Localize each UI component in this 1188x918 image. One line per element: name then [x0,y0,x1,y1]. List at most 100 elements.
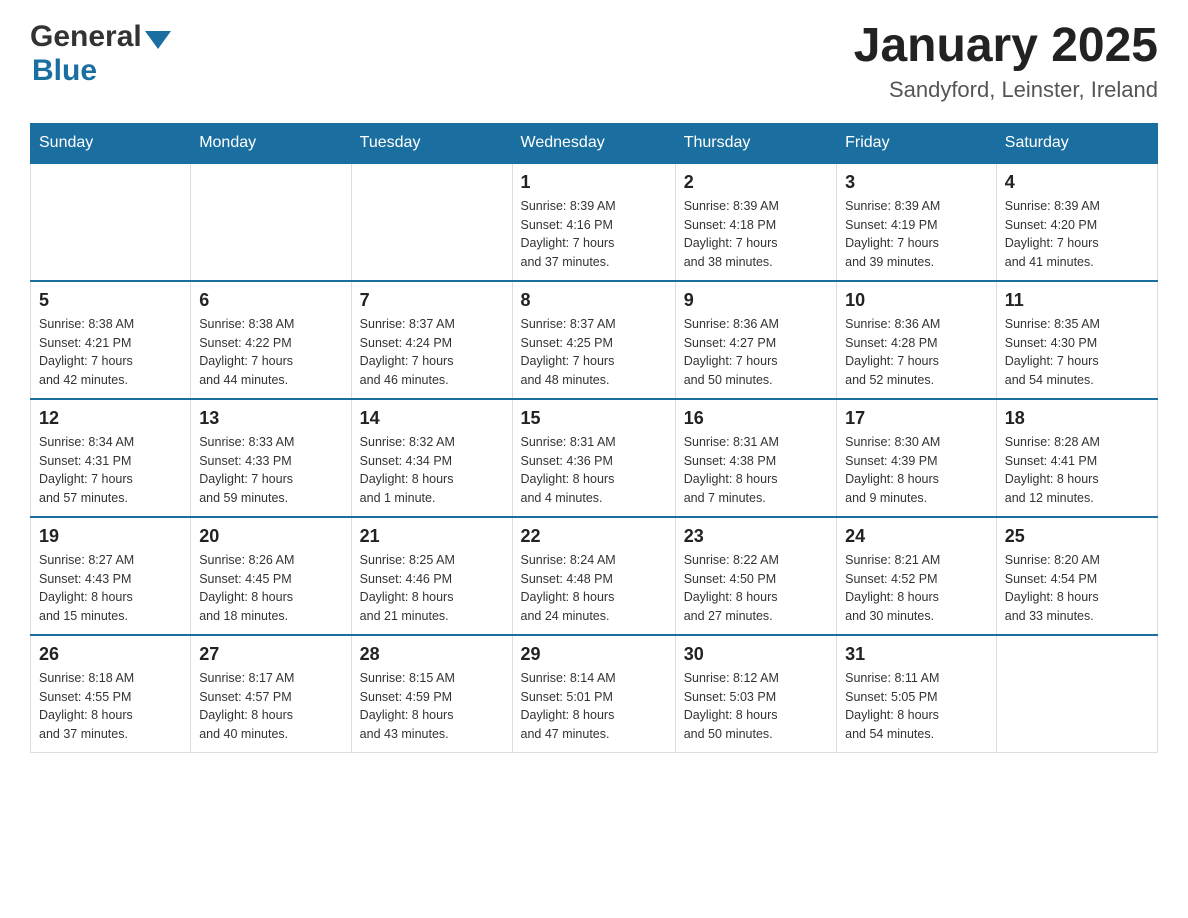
day-number: 27 [199,644,342,665]
table-row: 13 Sunrise: 8:33 AM Sunset: 4:33 PM Dayli… [191,399,351,517]
logo: General Blue [30,20,171,88]
table-row [191,163,351,281]
table-row: 27 Sunrise: 8:17 AM Sunset: 4:57 PM Dayli… [191,635,351,753]
table-row: 23Sunrise: 8:22 AM Sunset: 4:50 PM Dayli… [675,517,836,635]
day-info: Sunrise: 8:22 AM Sunset: 4:50 PM Dayligh… [684,551,828,626]
day-info: Sunrise: 8:24 AM Sunset: 4:48 PM Dayligh… [521,551,667,626]
calendar-week-row: 12 Sunrise: 8:34 AM Sunset: 4:31 PM Dayli… [31,399,1158,517]
table-row: 16 Sunrise: 8:31 AM Sunset: 4:38 PM Dayli… [675,399,836,517]
header-friday: Friday [837,123,997,163]
table-row: 21 Sunrise: 8:25 AM Sunset: 4:46 PM Dayli… [351,517,512,635]
calendar-week-row: 19 Sunrise: 8:27 AM Sunset: 4:43 PM Dayli… [31,517,1158,635]
table-row [996,635,1157,753]
day-number: 9 [684,290,828,311]
day-info: Sunrise: 8:39 AM Sunset: 4:16 PM Dayligh… [521,197,667,272]
day-info: Sunrise: 8:21 AM Sunset: 4:52 PM Dayligh… [845,551,988,626]
day-number: 26 [39,644,182,665]
table-row: 3 Sunrise: 8:39 AM Sunset: 4:19 PM Daylig… [837,163,997,281]
day-info: Sunrise: 8:35 AM Sunset: 4:30 PM Dayligh… [1005,315,1149,390]
table-row: 31Sunrise: 8:11 AM Sunset: 5:05 PM Dayli… [837,635,997,753]
title-section: January 2025 Sandyford, Leinster, Irelan… [854,20,1158,103]
day-info: Sunrise: 8:38 AM Sunset: 4:21 PM Dayligh… [39,315,182,390]
table-row: 24 Sunrise: 8:21 AM Sunset: 4:52 PM Dayli… [837,517,997,635]
day-info: Sunrise: 8:15 AM Sunset: 4:59 PM Dayligh… [360,669,504,744]
calendar-week-row: 1 Sunrise: 8:39 AM Sunset: 4:16 PM Daylig… [31,163,1158,281]
day-number: 14 [360,408,504,429]
table-row: 2 Sunrise: 8:39 AM Sunset: 4:18 PM Daylig… [675,163,836,281]
calendar-subtitle: Sandyford, Leinster, Ireland [854,77,1158,103]
table-row [31,163,191,281]
day-number: 2 [684,172,828,193]
day-info: Sunrise: 8:31 AM Sunset: 4:38 PM Dayligh… [684,433,828,508]
header-tuesday: Tuesday [351,123,512,163]
logo-arrow-icon [145,31,171,49]
day-number: 1 [521,172,667,193]
day-number: 21 [360,526,504,547]
table-row: 5 Sunrise: 8:38 AM Sunset: 4:21 PM Daylig… [31,281,191,399]
day-info: Sunrise: 8:25 AM Sunset: 4:46 PM Dayligh… [360,551,504,626]
day-number: 17 [845,408,988,429]
day-number: 3 [845,172,988,193]
day-info: Sunrise: 8:36 AM Sunset: 4:27 PM Dayligh… [684,315,828,390]
day-info: Sunrise: 8:18 AM Sunset: 4:55 PM Dayligh… [39,669,182,744]
table-row: 28Sunrise: 8:15 AM Sunset: 4:59 PM Dayli… [351,635,512,753]
header-sunday: Sunday [31,123,191,163]
day-number: 8 [521,290,667,311]
header-thursday: Thursday [675,123,836,163]
table-row: 25Sunrise: 8:20 AM Sunset: 4:54 PM Dayli… [996,517,1157,635]
day-info: Sunrise: 8:34 AM Sunset: 4:31 PM Dayligh… [39,433,182,508]
day-number: 13 [199,408,342,429]
table-row: 17 Sunrise: 8:30 AM Sunset: 4:39 PM Dayli… [837,399,997,517]
day-info: Sunrise: 8:27 AM Sunset: 4:43 PM Dayligh… [39,551,182,626]
calendar-title: January 2025 [854,20,1158,73]
day-number: 31 [845,644,988,665]
day-info: Sunrise: 8:26 AM Sunset: 4:45 PM Dayligh… [199,551,342,626]
day-info: Sunrise: 8:38 AM Sunset: 4:22 PM Dayligh… [199,315,342,390]
calendar-table: Sunday Monday Tuesday Wednesday Thursday… [30,123,1158,753]
table-row: 8Sunrise: 8:37 AM Sunset: 4:25 PM Daylig… [512,281,675,399]
day-number: 18 [1005,408,1149,429]
table-row: 20 Sunrise: 8:26 AM Sunset: 4:45 PM Dayli… [191,517,351,635]
day-info: Sunrise: 8:14 AM Sunset: 5:01 PM Dayligh… [521,669,667,744]
day-number: 4 [1005,172,1149,193]
day-info: Sunrise: 8:32 AM Sunset: 4:34 PM Dayligh… [360,433,504,508]
day-number: 24 [845,526,988,547]
header-saturday: Saturday [996,123,1157,163]
calendar-week-row: 5 Sunrise: 8:38 AM Sunset: 4:21 PM Daylig… [31,281,1158,399]
table-row: 1 Sunrise: 8:39 AM Sunset: 4:16 PM Daylig… [512,163,675,281]
day-info: Sunrise: 8:31 AM Sunset: 4:36 PM Dayligh… [521,433,667,508]
table-row: 29 Sunrise: 8:14 AM Sunset: 5:01 PM Dayli… [512,635,675,753]
table-row: 6 Sunrise: 8:38 AM Sunset: 4:22 PM Daylig… [191,281,351,399]
table-row: 12 Sunrise: 8:34 AM Sunset: 4:31 PM Dayli… [31,399,191,517]
day-number: 6 [199,290,342,311]
table-row: 18 Sunrise: 8:28 AM Sunset: 4:41 PM Dayli… [996,399,1157,517]
day-number: 20 [199,526,342,547]
day-number: 11 [1005,290,1149,311]
day-number: 7 [360,290,504,311]
day-number: 30 [684,644,828,665]
day-number: 12 [39,408,182,429]
header-wednesday: Wednesday [512,123,675,163]
day-number: 10 [845,290,988,311]
day-info: Sunrise: 8:28 AM Sunset: 4:41 PM Dayligh… [1005,433,1149,508]
day-info: Sunrise: 8:33 AM Sunset: 4:33 PM Dayligh… [199,433,342,508]
day-number: 29 [521,644,667,665]
table-row: 9 Sunrise: 8:36 AM Sunset: 4:27 PM Daylig… [675,281,836,399]
day-info: Sunrise: 8:12 AM Sunset: 5:03 PM Dayligh… [684,669,828,744]
table-row: 26 Sunrise: 8:18 AM Sunset: 4:55 PM Dayli… [31,635,191,753]
table-row: 7 Sunrise: 8:37 AM Sunset: 4:24 PM Daylig… [351,281,512,399]
day-number: 16 [684,408,828,429]
table-row: 11 Sunrise: 8:35 AM Sunset: 4:30 PM Dayli… [996,281,1157,399]
table-row: 15Sunrise: 8:31 AM Sunset: 4:36 PM Dayli… [512,399,675,517]
day-number: 19 [39,526,182,547]
table-row: 22Sunrise: 8:24 AM Sunset: 4:48 PM Dayli… [512,517,675,635]
day-info: Sunrise: 8:39 AM Sunset: 4:19 PM Dayligh… [845,197,988,272]
table-row: 14 Sunrise: 8:32 AM Sunset: 4:34 PM Dayli… [351,399,512,517]
day-info: Sunrise: 8:37 AM Sunset: 4:24 PM Dayligh… [360,315,504,390]
day-info: Sunrise: 8:17 AM Sunset: 4:57 PM Dayligh… [199,669,342,744]
day-info: Sunrise: 8:36 AM Sunset: 4:28 PM Dayligh… [845,315,988,390]
day-number: 5 [39,290,182,311]
day-info: Sunrise: 8:39 AM Sunset: 4:18 PM Dayligh… [684,197,828,272]
day-info: Sunrise: 8:39 AM Sunset: 4:20 PM Dayligh… [1005,197,1149,272]
day-info: Sunrise: 8:30 AM Sunset: 4:39 PM Dayligh… [845,433,988,508]
